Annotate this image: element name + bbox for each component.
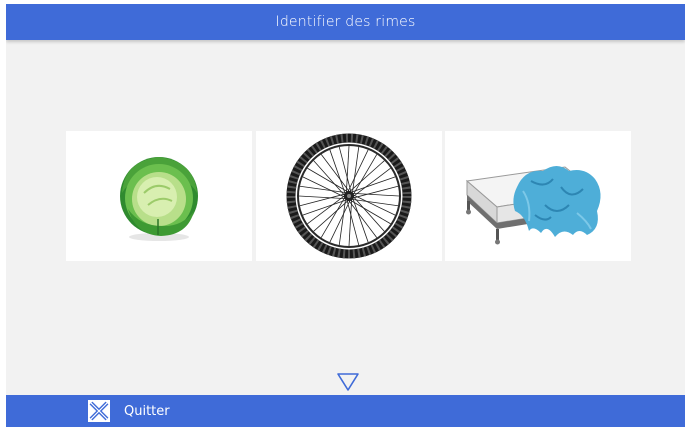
cabbage-image [120,157,198,241]
image-card-bed[interactable] [445,131,631,261]
bed-image [465,166,601,245]
quit-button[interactable]: Quitter [88,395,170,427]
quit-x-icon [88,400,110,422]
image-card-cabbage[interactable] [66,131,252,261]
quit-label: Quitter [124,403,170,419]
app-window: Identifier des rimes Quitter [6,4,685,427]
footer-bar: Quitter [6,395,685,427]
bicycle-wheel-image [286,133,412,259]
image-card-bicycle-wheel[interactable] [256,131,442,261]
header-bar: Identifier des rimes [6,4,685,40]
page-title: Identifier des rimes [275,14,416,30]
triangle-down-icon [337,373,359,391]
next-arrow-button[interactable] [336,372,360,392]
